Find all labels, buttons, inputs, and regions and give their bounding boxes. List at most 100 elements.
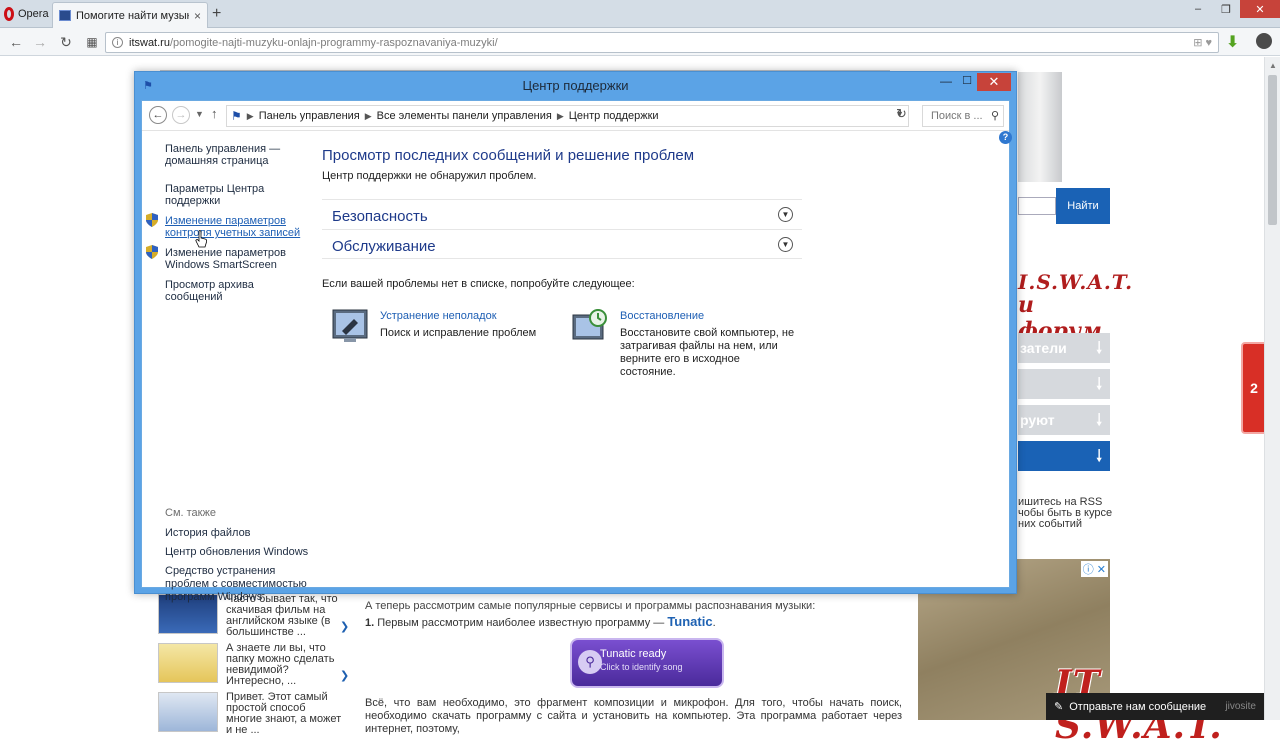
sidebar-tab-4[interactable]: 🠓 <box>1018 441 1110 471</box>
tile-recovery[interactable]: Восстановление Восстановите свой компьют… <box>572 309 802 378</box>
window-minimize-button[interactable]: — <box>936 74 956 90</box>
search-placeholder: Поиск в ... <box>931 110 983 122</box>
url-path: /pomogite-najti-muzyku-onlajn-programmy-… <box>169 36 498 49</box>
minimize-button[interactable]: – <box>1184 0 1212 18</box>
search-input[interactable]: Поиск в ... ⚲ <box>922 105 1004 127</box>
recent-locations-chevron-icon[interactable]: ▼ <box>195 109 204 119</box>
article-paragraph: А теперь рассмотрим самые популярные сер… <box>365 600 816 612</box>
article-snippet: Привет. Этот самый простой способ многие… <box>226 691 342 736</box>
chevron-right-icon[interactable]: ❯ <box>340 620 349 633</box>
hand-cursor-icon <box>195 230 207 248</box>
ad-close-icon[interactable]: ⓘ ✕ <box>1080 561 1108 577</box>
chevron-down-icon[interactable]: ▼ <box>778 237 793 252</box>
chevron-right-icon[interactable]: ▶ <box>247 111 254 122</box>
site-search-button[interactable]: Найти <box>1056 188 1110 224</box>
sidebar-tab-3[interactable]: руют 🠓 <box>1018 405 1110 435</box>
page-title: Просмотр последних сообщений и решение п… <box>322 147 695 164</box>
tile-troubleshooting[interactable]: Устранение неполадок Поиск и исправление… <box>332 309 562 359</box>
tile-title[interactable]: Устранение неполадок <box>380 310 497 322</box>
chevron-right-icon[interactable]: ▶ <box>365 111 372 122</box>
window-close-button[interactable]: ✕ <box>977 73 1011 91</box>
opera-menu-label: Opera <box>18 8 49 20</box>
download-arrow-icon[interactable]: ⬇ <box>1226 32 1242 51</box>
tab-active[interactable]: Помогите найти музык... × <box>52 2 208 28</box>
article-thumbnail <box>158 643 218 683</box>
smartscreen-shield-icon <box>146 245 158 259</box>
tile-description: Восстановите свой компьютер, не затрагив… <box>620 327 795 378</box>
pencil-icon: ✎ <box>1054 701 1064 713</box>
breadcrumb[interactable]: ⚑ ▶ Панель управления ▶ Все элементы пан… <box>226 105 909 127</box>
tile-description: Поиск и исправление проблем <box>380 327 537 339</box>
link-change-uac-settings[interactable]: Изменение параметров контроля учетных за… <box>165 215 300 239</box>
computer-photo <box>1018 72 1062 182</box>
link-view-archived-messages[interactable]: Просмотр архива сообщений <box>165 279 312 303</box>
maximize-button[interactable]: ❐ <box>1212 0 1240 18</box>
see-also-heading: См. также <box>165 507 216 519</box>
navigation-bar: ← → ↻ ▦ i itswat.ru/pomogite-najti-muzyk… <box>0 28 1280 56</box>
search-icon: ⚲ <box>578 650 602 674</box>
url-host: itswat.ru <box>129 36 170 49</box>
breadcrumb-action-center[interactable]: Центр поддержки <box>569 110 659 122</box>
uac-shield-icon <box>146 213 158 227</box>
sidebar-tab-label: затели <box>1020 340 1067 356</box>
forward-arrow-icon[interactable]: → <box>30 32 50 52</box>
article-paragraph: Всё, что вам необходимо, это фрагмент ко… <box>365 697 902 735</box>
section-security[interactable]: Безопасность ▼ <box>322 199 802 229</box>
tab-close-icon[interactable]: × <box>194 9 201 23</box>
sidebar-tab-1[interactable]: затели 🠓 <box>1018 333 1110 363</box>
sidebar-tab-2[interactable]: 🠓 <box>1018 369 1110 399</box>
close-button[interactable]: ✕ <box>1240 0 1280 18</box>
chevron-right-icon[interactable]: ▶ <box>557 111 564 122</box>
link-control-panel-home[interactable]: Панель управления — домашняя страница <box>165 143 280 167</box>
opera-menu-button[interactable]: Opera <box>0 0 50 28</box>
window-title: Центр поддержки <box>522 78 629 93</box>
rss-subscribe-text: ишитесь на RSS чобы быть в курсе них соб… <box>1018 496 1113 530</box>
scroll-up-icon[interactable]: ▲ <box>1269 61 1277 70</box>
browser-window-controls: – ❐ ✕ <box>1184 0 1280 20</box>
troubleshoot-icon <box>332 309 368 342</box>
page-scrollbar[interactable]: ▲ <box>1264 57 1280 720</box>
new-tab-button[interactable]: + <box>212 5 221 23</box>
arrow-down-icon: 🠓 <box>1096 376 1102 393</box>
jivosite-chat-widget[interactable]: ✎ Отправьте нам сообщение jivosite <box>1046 693 1264 720</box>
address-bar[interactable]: i itswat.ru/pomogite-najti-muzyku-onlajn… <box>105 32 1219 53</box>
search-icon[interactable]: ⚲ <box>991 106 999 126</box>
bookmark-icon[interactable]: ⊞ ♥ <box>1193 36 1212 49</box>
refresh-icon[interactable]: ↻ <box>896 106 907 122</box>
suggestion-text: Если вашей проблемы нет в списке, попроб… <box>322 278 635 290</box>
arrow-down-icon: 🠓 <box>1096 412 1102 429</box>
chevron-right-icon[interactable]: ❯ <box>340 669 349 682</box>
main-pane: Просмотр последних сообщений и решение п… <box>322 131 1002 587</box>
window-maximize-button[interactable]: ☐ <box>957 74 977 90</box>
action-center-window: ⚑ Центр поддержки — ☐ ✕ ← → ▼ ↑ ⚑ ▶ Пане… <box>134 71 1017 603</box>
tunatic-link[interactable]: Tunatic <box>667 614 712 629</box>
breadcrumb-all-items[interactable]: Все элементы панели управления <box>377 110 552 122</box>
opera-sidebar-icon[interactable] <box>1256 33 1272 49</box>
link-file-history[interactable]: История файлов <box>165 527 251 539</box>
link-change-smartscreen-settings[interactable]: Изменение параметров Windows SmartScreen <box>165 247 286 271</box>
explorer-address-row: ← → ▼ ↑ ⚑ ▶ Панель управления ▶ Все элем… <box>142 101 1009 131</box>
tunatic-widget-image: ⚲ Tunatic ready Click to identify song <box>570 638 724 688</box>
list-item[interactable]: А знаете ли вы, что папку можно сделать … <box>158 643 358 689</box>
forward-arrow-icon[interactable]: → <box>172 106 190 124</box>
chevron-down-icon[interactable]: ▼ <box>778 207 793 222</box>
favicon-icon <box>59 10 71 21</box>
arrow-down-icon: 🠓 <box>1096 340 1102 357</box>
link-windows-update[interactable]: Центр обновления Windows <box>165 546 308 558</box>
back-arrow-icon[interactable]: ← <box>149 106 167 124</box>
reload-icon[interactable]: ↻ <box>56 32 76 52</box>
window-titlebar[interactable]: ⚑ Центр поддержки — ☐ ✕ <box>135 72 1016 100</box>
tile-title[interactable]: Восстановление <box>620 310 704 322</box>
scrollbar-thumb[interactable] <box>1268 75 1277 225</box>
speed-dial-icon[interactable]: ▦ <box>82 32 102 52</box>
list-item[interactable]: Привет. Этот самый простой способ многие… <box>158 692 358 738</box>
link-action-center-settings[interactable]: Параметры Центра поддержки <box>165 183 264 207</box>
article-thumbnail <box>158 692 218 732</box>
back-arrow-icon[interactable]: ← <box>6 32 26 52</box>
site-search-input[interactable] <box>1018 197 1056 215</box>
section-maintenance[interactable]: Обслуживание ▼ <box>322 229 802 259</box>
up-arrow-icon[interactable]: ↑ <box>211 106 218 121</box>
site-info-icon[interactable]: i <box>112 37 123 48</box>
breadcrumb-control-panel[interactable]: Панель управления <box>259 110 360 122</box>
link-compatibility-troubleshooter[interactable]: Средство устранения проблем с совместимо… <box>165 565 307 604</box>
